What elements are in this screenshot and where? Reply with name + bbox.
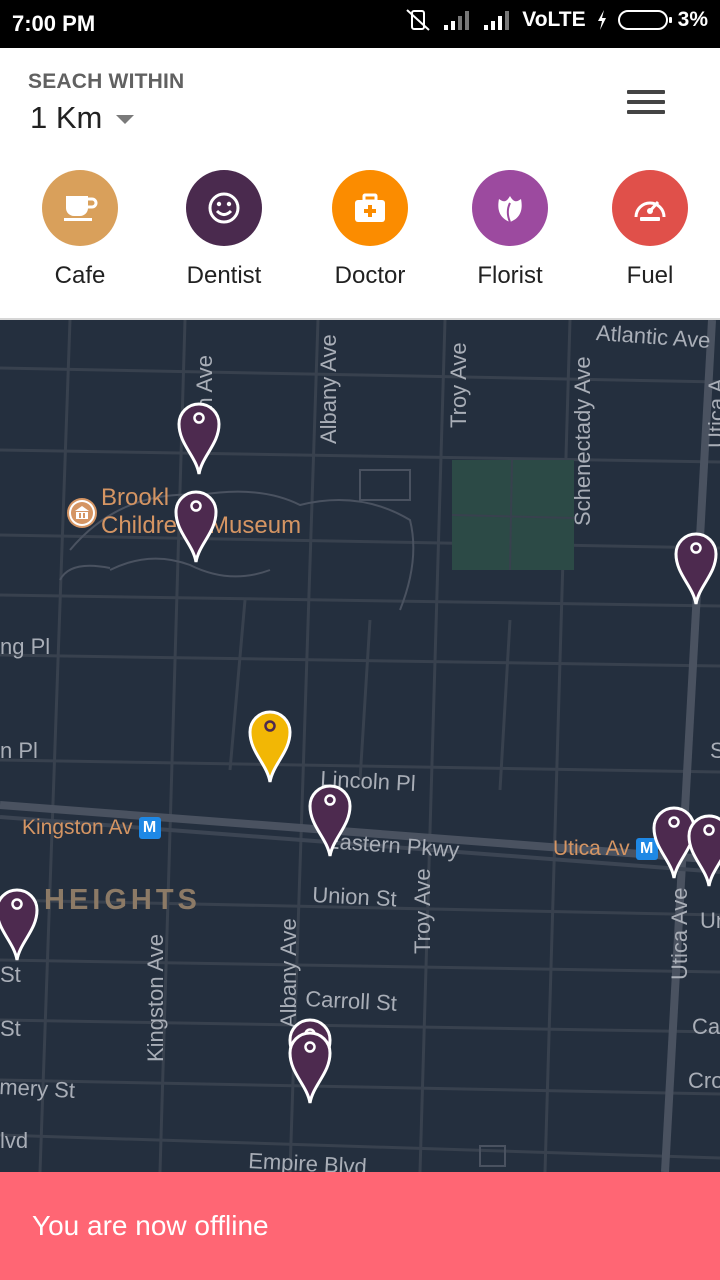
category-doctor[interactable]: Doctor — [300, 170, 440, 290]
neighborhood-label: HEIGHTS — [44, 884, 201, 916]
category-fuel[interactable]: Fuel — [580, 170, 720, 290]
street-label: Troy Ave — [410, 868, 435, 954]
map-pin-icon[interactable] — [307, 776, 353, 858]
category-list: Cafe Dentist Doctor Florist Fuel — [0, 170, 720, 300]
map-pin-icon[interactable] — [673, 524, 719, 606]
coffee-cup-icon — [42, 170, 118, 246]
museum-label-line1: Brookl — [101, 484, 170, 511]
museum-icon[interactable] — [67, 498, 97, 528]
street-label: n Pl — [0, 738, 38, 763]
status-bar: 7:00 PM VoLTE 3% — [0, 0, 720, 48]
hamburger-menu-icon[interactable] — [620, 84, 672, 120]
category-label: Dentist — [186, 262, 262, 289]
street-label: lvd — [0, 1128, 29, 1153]
utica-station-label[interactable]: Utica Av M — [553, 837, 658, 861]
map-pin-icon[interactable] — [287, 1023, 333, 1105]
street-label: mery St — [0, 1074, 76, 1103]
selected-map-pin-icon[interactable] — [247, 702, 293, 784]
street-label: Utica Ave — [667, 887, 692, 980]
speedometer-icon — [612, 170, 688, 246]
search-within-label: SEACH WITHIN — [28, 70, 185, 93]
street-label: Union St — [311, 882, 398, 912]
map-pin-icon[interactable] — [176, 394, 222, 476]
category-label: Fuel — [626, 262, 674, 289]
street-label: S — [710, 738, 720, 763]
category-label: Florist — [477, 262, 543, 289]
street-label: Kingston Ave — [143, 933, 168, 1062]
caret-down-icon — [116, 114, 135, 124]
metro-icon: M — [138, 817, 161, 840]
street-label: ng Pl — [0, 634, 51, 659]
flower-icon — [472, 170, 548, 246]
network-type: VoLTE — [522, 8, 586, 31]
distance-value: 1 Km — [30, 100, 103, 135]
category-dentist[interactable]: Dentist — [154, 170, 294, 290]
signal-icon-2 — [484, 11, 510, 30]
distance-dropdown[interactable]: 1 Km — [30, 98, 135, 138]
battery-icon — [617, 10, 672, 30]
street-label: Cro — [688, 1068, 720, 1093]
map-pin-icon[interactable] — [0, 880, 40, 962]
street-label: St — [0, 962, 21, 987]
street-label: Un — [700, 908, 720, 933]
category-cafe[interactable]: Cafe — [10, 170, 150, 290]
search-header: SEACH WITHIN 1 Km Cafe Dentist Doctor Fl… — [0, 48, 720, 320]
charging-bolt-icon — [597, 10, 606, 30]
status-time: 7:00 PM — [12, 11, 96, 36]
street-label: St — [0, 1016, 21, 1041]
battery-percent: 3% — [677, 8, 708, 31]
street-label: Albany Ave — [316, 334, 341, 444]
signal-icon — [444, 11, 470, 30]
street-label: Ca — [692, 1014, 720, 1039]
offline-banner: You are now offline — [0, 1172, 720, 1280]
street-label: Utica A — [704, 378, 720, 448]
map-pin-icon[interactable] — [686, 806, 720, 888]
medical-kit-icon — [332, 170, 408, 246]
category-label: Cafe — [54, 262, 106, 289]
category-label: Doctor — [334, 262, 406, 289]
vibrate-off-icon — [406, 9, 430, 31]
map-view[interactable]: Atlantic Ave ton Ave Albany Ave Troy Ave… — [0, 320, 720, 1172]
street-label: Troy Ave — [446, 342, 471, 428]
street-label: Schenectady Ave — [570, 356, 595, 526]
map-streets — [0, 320, 720, 1172]
smiley-icon — [186, 170, 262, 246]
offline-message: You are now offline — [32, 1210, 269, 1241]
category-florist[interactable]: Florist — [440, 170, 580, 290]
kingston-station-label[interactable]: Kingston Av M — [22, 816, 161, 840]
map-pin-icon[interactable] — [173, 482, 219, 564]
